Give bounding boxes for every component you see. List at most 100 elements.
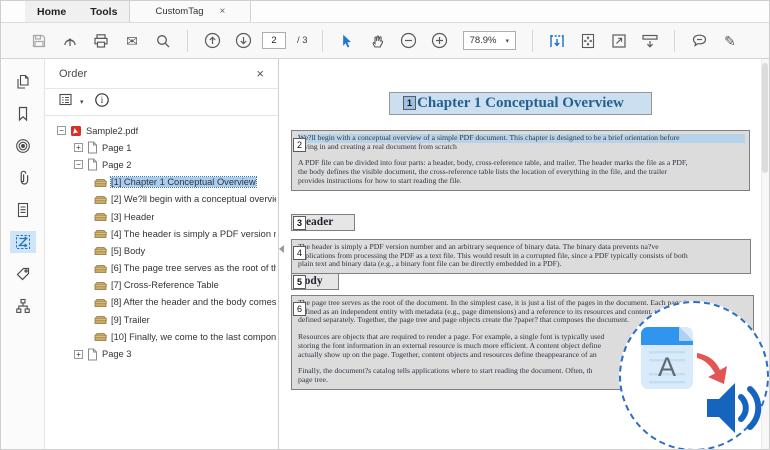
divider [532,30,533,52]
order-panel-title: Order [59,68,87,80]
caret-down-icon: ▾ [506,37,510,45]
comment-button[interactable] [687,29,711,53]
tree-item-label: [5] Body [111,246,145,256]
options-menu-icon[interactable] [58,92,75,112]
tagged-block-intro[interactable]: 2 We?ll begin with a conceptual overview… [291,130,750,191]
svg-text:i: i [100,95,103,105]
content-tag-icon [94,263,107,274]
intro-paragraph-1: We?ll begin with a conceptual overview o… [298,134,745,151]
hand-tool-icon[interactable] [366,29,390,53]
attachments-icon[interactable] [10,167,36,189]
page-number-input[interactable] [262,32,286,49]
divider [674,30,675,52]
actual-size-button[interactable] [607,29,631,53]
tree-root[interactable]: − Sample2.pdf [47,122,276,139]
content-structure-icon[interactable] [10,295,36,317]
menu-tools[interactable]: Tools [78,6,129,18]
tag-number-badge: 1 [403,96,416,110]
tab-bar: Home Tools CustomTag × [1,1,769,23]
page-total-label: / 3 [297,35,308,46]
tree-item[interactable]: [3] Header [47,208,276,225]
email-icon[interactable]: ✉ [120,29,144,53]
tree-item[interactable]: [2] We?ll begin with a conceptual overvi… [47,191,276,208]
destinations-icon[interactable] [10,135,36,157]
page-thumbnails-icon[interactable] [10,71,36,93]
order-panel-options-row: ▾ i [45,89,278,116]
menu-home[interactable]: Home [25,6,78,18]
tree-item[interactable]: [10] Finally, we come to the last compon… [47,328,276,345]
previous-page-button[interactable] [200,29,224,53]
tab-close-icon[interactable]: × [220,6,226,17]
tree-item[interactable]: [6] The page tree serves as the root of … [47,260,276,277]
tree-item[interactable]: [1] Chapter 1 Conceptual Overview [47,174,276,191]
order-panel: Order × ▾ i − Sample2.pdf + Page 1 − Pag… [45,59,279,449]
tagged-heading-chapter[interactable]: 1 Chapter 1 Conceptual Overview [389,92,652,115]
caret-down-icon[interactable]: ▾ [80,98,84,106]
scrollbar-thumb[interactable] [762,63,768,173]
bookmarks-icon[interactable] [10,103,36,125]
content-tag-icon [94,228,107,239]
layers-icon[interactable] [10,199,36,221]
text-to-speech-illustration: A [621,303,767,449]
page-icon [87,158,98,171]
tree-item[interactable]: [4] The header is simply a PDF version n… [47,225,276,242]
tree-item-label: [4] The header is simply a PDF version n… [111,229,276,239]
tree-item[interactable]: [5] Body [47,242,276,259]
info-icon[interactable]: i [94,92,110,113]
tree-page-1[interactable]: + Page 1 [47,139,276,156]
expand-icon[interactable]: + [74,350,83,359]
expand-icon[interactable]: + [74,143,83,152]
pencil-highlight-icon[interactable]: ✎ [718,29,742,53]
tree-page-3[interactable]: + Page 3 [47,345,276,362]
zoom-in-button[interactable] [428,29,452,53]
fit-page-button[interactable] [576,29,600,53]
search-icon[interactable] [151,29,175,53]
zoom-level-dropdown[interactable]: 78.9% ▾ [463,31,516,50]
content-tag-icon [94,245,107,256]
tree-item-label: [3] Header [111,212,154,222]
tree-item-label: [9] Trailer [111,315,150,325]
tab-customtag[interactable]: CustomTag × [129,1,251,22]
svg-text:A: A [658,352,676,382]
tag-number-badge: 4 [293,246,306,260]
tree-page-label: Page 2 [102,160,131,170]
zoom-level-value: 78.9% [470,35,497,46]
hide-toolbar-button[interactable] [638,29,662,53]
select-tool-icon[interactable] [335,29,359,53]
tag-number-badge: 6 [293,302,306,316]
content-tag-icon [94,211,107,222]
collapse-expander-icon[interactable]: − [74,160,83,169]
zoom-out-button[interactable] [397,29,421,53]
tree-root-label: Sample2.pdf [86,126,138,136]
divider [322,30,323,52]
tree-item[interactable]: [8] After the header and the body comes … [47,294,276,311]
tagged-heading-header[interactable]: 3 Header [291,214,355,231]
tag-number-badge: 3 [293,216,306,230]
tree-item[interactable]: [7] Cross-Reference Table [47,277,276,294]
document-viewport[interactable]: 1 Chapter 1 Conceptual Overview 2 We?ll … [279,59,769,449]
content-tag-icon [94,297,107,308]
tree-item-label: [10] Finally, we come to the last compon… [111,332,276,342]
order-panel-header: Order × [45,59,278,89]
page-icon [87,348,98,361]
tree-item[interactable]: [9] Trailer [47,311,276,328]
tagged-block-header[interactable]: 4 The header is simply a PDF version num… [291,239,751,274]
pdf-reader-window: Home Tools CustomTag × ✉ / 3 78.9% ▾ [0,0,770,450]
order-panel-close-icon[interactable]: × [256,66,264,81]
panel-collapse-handle[interactable] [279,245,284,253]
print-button[interactable] [89,29,113,53]
share-upload-button[interactable] [58,29,82,53]
content-tag-icon [94,314,107,325]
fit-width-button[interactable] [545,29,569,53]
tags-icon[interactable] [10,263,36,285]
order-panel-icon[interactable] [10,231,36,253]
next-page-button[interactable] [231,29,255,53]
intro-paragraph-2: A PDF file can be divided into four part… [298,159,745,185]
tagged-heading-body[interactable]: 5 Body [291,273,339,290]
tree-page-2[interactable]: − Page 2 [47,156,276,173]
save-button[interactable] [27,29,51,53]
red-arrow-icon [697,353,727,384]
collapse-expander-icon[interactable]: − [57,126,66,135]
divider [187,30,188,52]
content-tag-icon [94,194,107,205]
